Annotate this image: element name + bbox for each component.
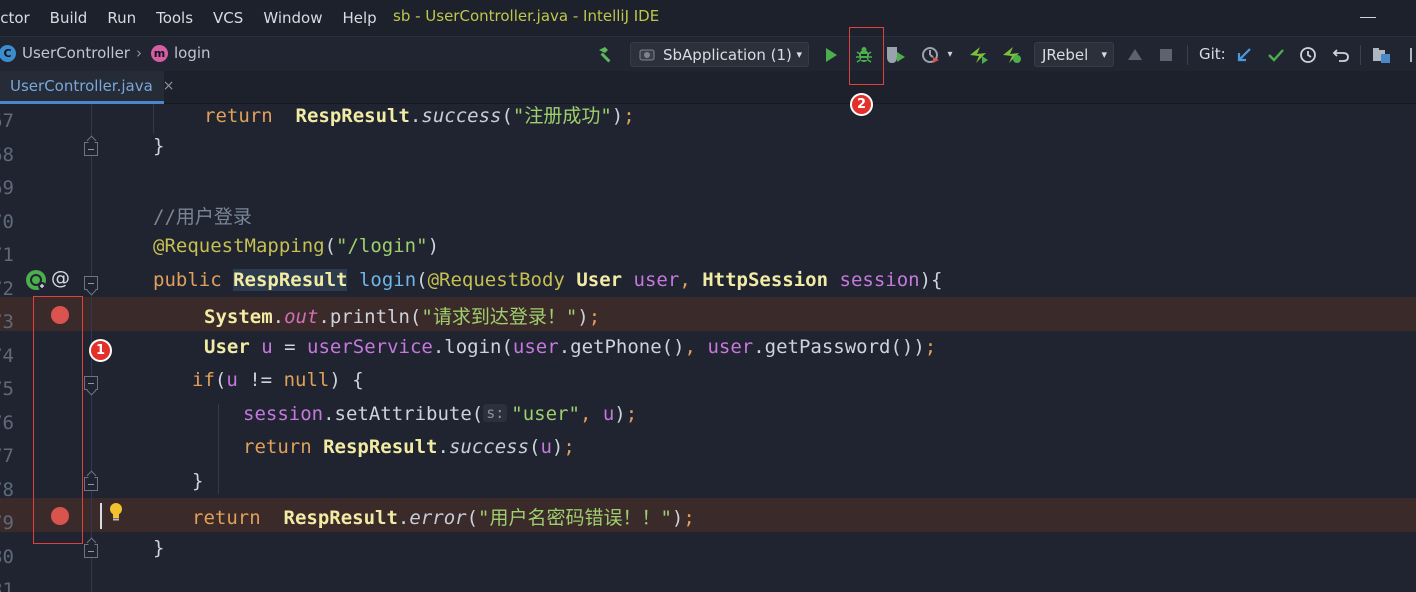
fold-start-icon[interactable] <box>84 276 98 290</box>
code-line-73: System.out.println("请求到达登录！"); <box>204 306 601 328</box>
chevron-down-icon: ▾ <box>1101 48 1107 61</box>
menu-tools[interactable]: Tools <box>138 9 203 27</box>
toolbar-separator <box>1187 45 1188 65</box>
run-config-select[interactable]: SbApplication (1) ▾ <box>630 42 809 67</box>
profiler-icon[interactable]: ▾ <box>918 37 956 72</box>
git-history-clock-icon[interactable] <box>1297 37 1319 72</box>
project-structure-icon[interactable] <box>1370 37 1394 72</box>
line-number: 77 <box>0 445 14 467</box>
tab-label: UserController.java <box>10 77 153 95</box>
code-line-74: User u = userService.login(user.getPhone… <box>204 336 937 358</box>
class-icon: C <box>0 44 16 62</box>
breakpoints-highlight-box <box>33 296 83 544</box>
indent-guide <box>218 404 219 494</box>
breadcrumb-method[interactable]: login <box>174 44 211 62</box>
git-update-icon[interactable] <box>1233 37 1255 72</box>
text-caret <box>100 503 102 529</box>
breadcrumb-class[interactable]: UserController <box>22 44 130 62</box>
line-number: 78 <box>0 479 14 501</box>
code-line-78: } <box>192 470 204 492</box>
jrebel-debug-icon[interactable] <box>1000 37 1024 72</box>
code-editor[interactable]: 67 68 69 70 71 72 73 74 75 76 77 78 79 8… <box>0 104 1416 592</box>
code-line-76: session.setAttribute(s: "user", u); <box>243 403 638 425</box>
chevron-down-icon: ▾ <box>947 49 953 60</box>
code-line-70: //用户登录 <box>153 206 252 228</box>
window-title: sb - UserController.java - IntelliJ IDE <box>393 7 660 25</box>
minimize-button[interactable] <box>1360 17 1376 18</box>
code-line-77: return RespResult.success(u); <box>243 436 575 458</box>
code-line-72: public RespResult login(@RequestBody Use… <box>153 269 943 291</box>
breadcrumb-separator: › <box>135 44 142 62</box>
spring-web-endpoint-icon[interactable] <box>25 269 49 291</box>
code-line-80: } <box>153 537 165 559</box>
line-number: 69 <box>0 177 14 199</box>
annotation-badge-2: 2 <box>850 93 873 116</box>
menu-build[interactable]: Build <box>32 9 98 27</box>
close-icon[interactable]: × <box>163 78 175 94</box>
line-number: 71 <box>0 244 14 266</box>
line-number: 74 <box>0 345 14 367</box>
code-line-71: @RequestMapping("/login") <box>153 235 440 257</box>
tab-usercontroller-java[interactable]: UserController.java × <box>0 71 175 104</box>
jrebel-run-icon[interactable] <box>967 37 991 72</box>
jrebel-select[interactable]: JRebel ▾ <box>1034 42 1114 67</box>
stop-icon[interactable] <box>1156 37 1176 72</box>
line-number: 67 <box>0 110 14 132</box>
editor-tab-bar: UserController.java × <box>0 71 1416 104</box>
search-everywhere-icon[interactable] <box>1404 37 1416 72</box>
menu-bar: actor Build Run Tools VCS Window Help sb… <box>0 0 1416 36</box>
code-line-67: return RespResult.success("注册成功"); <box>204 105 635 127</box>
run-config-label: SbApplication (1) <box>663 45 792 64</box>
annotation-badge-1: 1 <box>89 339 112 362</box>
git-label: Git: <box>1199 45 1226 63</box>
debug-button-highlight-box <box>849 27 884 85</box>
git-rollback-icon[interactable] <box>1330 37 1352 72</box>
fold-end-icon[interactable] <box>84 477 98 491</box>
navigation-toolbar: C UserController › m login SbApplication… <box>0 36 1416 71</box>
method-icon: m <box>150 44 168 62</box>
fold-start-icon[interactable] <box>84 376 98 390</box>
menu-window[interactable]: Window <box>245 9 332 27</box>
coverage-icon[interactable] <box>884 37 908 72</box>
build-hammer-icon[interactable] <box>594 37 618 72</box>
attach-debugger-icon[interactable] <box>1124 37 1146 72</box>
fold-end-icon[interactable] <box>84 142 98 156</box>
toolbar-separator <box>1360 45 1361 65</box>
breadcrumb: C UserController › m login <box>0 44 211 62</box>
code-line-68: } <box>153 135 165 157</box>
annotation-at-icon[interactable]: @ <box>51 267 70 289</box>
indent-guide <box>153 104 154 134</box>
code-line-75: if(u != null) { <box>192 369 364 391</box>
run-icon[interactable] <box>820 37 842 72</box>
spring-boot-icon <box>639 49 655 60</box>
jrebel-label: JRebel <box>1042 45 1089 64</box>
fold-end-icon[interactable] <box>84 544 98 558</box>
lightbulb-icon[interactable] <box>108 502 124 522</box>
line-number: 70 <box>0 211 14 233</box>
chevron-down-icon: ▾ <box>796 48 802 61</box>
line-number: 75 <box>0 378 14 400</box>
menu-help[interactable]: Help <box>324 9 386 27</box>
line-number: 80 <box>0 546 14 568</box>
line-number: 79 <box>0 512 14 534</box>
line-number: 76 <box>0 412 14 434</box>
parameter-hint: s: <box>483 404 508 422</box>
git-commit-check-icon[interactable] <box>1265 37 1287 72</box>
line-number: 73 <box>0 311 14 333</box>
line-number: 72 <box>0 278 14 300</box>
code-line-79: return RespResult.error("用户名密码错误！！"); <box>192 507 695 529</box>
line-number: 68 <box>0 144 14 166</box>
line-number: 81 <box>0 579 14 592</box>
